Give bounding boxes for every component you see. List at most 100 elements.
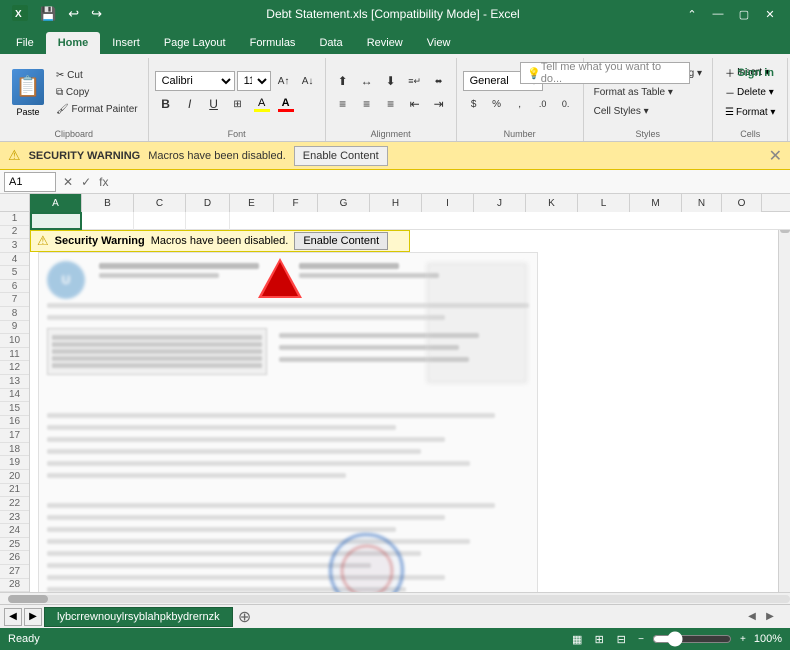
redo-button[interactable]: ↪ [87, 4, 106, 24]
maximize-button[interactable]: ▢ [732, 3, 756, 25]
fill-color-button[interactable]: A [251, 94, 273, 114]
enable-content-button[interactable]: Enable Content [294, 146, 388, 166]
next-tab-button[interactable]: ▶ [762, 609, 778, 625]
align-center-button[interactable]: ≡ [356, 94, 378, 114]
border-button[interactable]: ⊞ [227, 94, 249, 114]
cut-button[interactable]: ✂ Cut [52, 68, 142, 84]
close-security-bar-button[interactable]: ✕ [769, 146, 782, 166]
col-header-G[interactable]: G [318, 194, 370, 212]
doc-line-10 [47, 449, 421, 454]
zoom-slider[interactable] [652, 631, 732, 647]
col-header-F[interactable]: F [274, 194, 318, 212]
col-header-B[interactable]: B [82, 194, 134, 212]
normal-view-button[interactable]: ▦ [568, 630, 586, 648]
tell-me-box[interactable]: 💡 Tell me what you want to do... [520, 62, 690, 84]
tab-file[interactable]: File [4, 32, 46, 54]
doc-line-8 [47, 425, 396, 430]
sheet-tabs-bar: ◀ ▶ lybcrrewnouylrsyblahpkbydrernzk ⊕ ◀ … [0, 604, 790, 628]
font-family-select[interactable]: Calibri [155, 71, 235, 91]
col-header-I[interactable]: I [422, 194, 474, 212]
sheet-tab-1[interactable]: lybcrrewnouylrsyblahpkbydrernzk [44, 607, 233, 627]
increase-decimal-button[interactable]: .0 [532, 94, 554, 114]
cell-A1[interactable] [30, 212, 82, 230]
increase-font-button[interactable]: A↑ [273, 71, 295, 91]
wrap-text-button[interactable]: ≡↵ [404, 71, 426, 91]
tab-scroll-right-button[interactable]: ▶ [24, 608, 42, 626]
col-header-O[interactable]: O [722, 194, 762, 212]
window-controls: ⌃ — ▢ ✕ [680, 3, 782, 25]
align-middle-button[interactable]: ↔ [356, 71, 378, 91]
minimize-button[interactable]: — [706, 3, 730, 25]
cell-styles-button[interactable]: Cell Styles ▾ [590, 104, 706, 120]
undo-button[interactable]: ↩ [64, 4, 83, 24]
cell-C1[interactable] [134, 212, 186, 230]
tab-view[interactable]: View [415, 32, 463, 54]
italic-button[interactable]: I [179, 94, 201, 114]
save-button[interactable]: 💾 [36, 4, 60, 24]
col-header-C[interactable]: C [134, 194, 186, 212]
zoom-plus[interactable]: + [740, 634, 746, 645]
format-button[interactable]: ☰ Format ▾ [719, 104, 781, 122]
name-box[interactable]: A1 [4, 172, 56, 192]
zoom-minus[interactable]: − [638, 634, 644, 645]
increase-indent-button[interactable]: ⇥ [428, 94, 450, 114]
inline-enable-content-button[interactable]: Enable Content [294, 232, 388, 250]
font-size-select[interactable]: 11 [237, 71, 271, 91]
col-header-A[interactable]: A [30, 194, 82, 212]
cell-D1[interactable] [186, 212, 230, 230]
align-bottom-button[interactable]: ⬇ [380, 71, 402, 91]
delete-button[interactable]: － Delete ▾ [719, 84, 781, 102]
tab-insert[interactable]: Insert [100, 32, 152, 54]
tab-data[interactable]: Data [307, 32, 354, 54]
col-header-E[interactable]: E [230, 194, 274, 212]
horizontal-scrollbar-track[interactable] [8, 595, 790, 603]
tab-home[interactable]: Home [46, 32, 101, 54]
col-header-H[interactable]: H [370, 194, 422, 212]
align-right-button[interactable]: ≡ [380, 94, 402, 114]
col-header-N[interactable]: N [682, 194, 722, 212]
percent-button[interactable]: % [486, 94, 508, 114]
font-color-button[interactable]: A [275, 94, 297, 114]
underline-button[interactable]: U [203, 94, 225, 114]
align-top-button[interactable]: ⬆ [332, 71, 354, 91]
alignment-label: Alignment [371, 127, 411, 141]
col-header-K[interactable]: K [526, 194, 578, 212]
formula-cancel-button[interactable]: ✕ [60, 175, 76, 189]
decrease-indent-button[interactable]: ⇤ [404, 94, 426, 114]
horizontal-scrollbar-thumb[interactable] [8, 595, 48, 603]
tab-scroll-left-button[interactable]: ◀ [4, 608, 22, 626]
add-sheet-button[interactable]: ⊕ [235, 607, 255, 627]
cell-B1[interactable] [82, 212, 134, 230]
formula-input[interactable] [115, 172, 786, 192]
tab-formulas[interactable]: Formulas [238, 32, 308, 54]
paste-button[interactable]: 📋 Paste [6, 67, 50, 119]
tab-review[interactable]: Review [355, 32, 415, 54]
page-layout-view-button[interactable]: ⊞ [590, 630, 608, 648]
col-header-D[interactable]: D [186, 194, 230, 212]
col-header-L[interactable]: L [578, 194, 630, 212]
close-button[interactable]: ✕ [758, 3, 782, 25]
decrease-decimal-button[interactable]: 0. [555, 94, 577, 114]
prev-tab-button[interactable]: ◀ [744, 609, 760, 625]
sign-in-button[interactable]: Sign in [729, 62, 782, 84]
ribbon-collapse-button[interactable]: ⌃ [680, 3, 704, 25]
col-header-M[interactable]: M [630, 194, 682, 212]
vertical-scrollbar[interactable] [778, 212, 790, 592]
doc-stamp-red [341, 545, 393, 592]
bold-button[interactable]: B [155, 94, 177, 114]
tab-page-layout[interactable]: Page Layout [152, 32, 238, 54]
copy-button[interactable]: ⧉ Copy [52, 85, 142, 101]
insert-function-button[interactable]: fx [96, 175, 111, 189]
format-as-table-button[interactable]: Format as Table ▾ [590, 85, 706, 101]
row-num-24: 24 [0, 524, 29, 538]
merge-center-button[interactable]: ⬌ [428, 71, 450, 91]
page-break-view-button[interactable]: ⊟ [612, 630, 630, 648]
col-header-J[interactable]: J [474, 194, 526, 212]
format-painter-button[interactable]: 🖌 Format Painter [52, 102, 142, 118]
comma-button[interactable]: , [509, 94, 531, 114]
excel-logo[interactable]: X [8, 3, 32, 26]
currency-button[interactable]: $ [463, 94, 485, 114]
decrease-font-button[interactable]: A↓ [297, 71, 319, 91]
align-left-button[interactable]: ≡ [332, 94, 354, 114]
formula-confirm-button[interactable]: ✓ [78, 175, 94, 189]
